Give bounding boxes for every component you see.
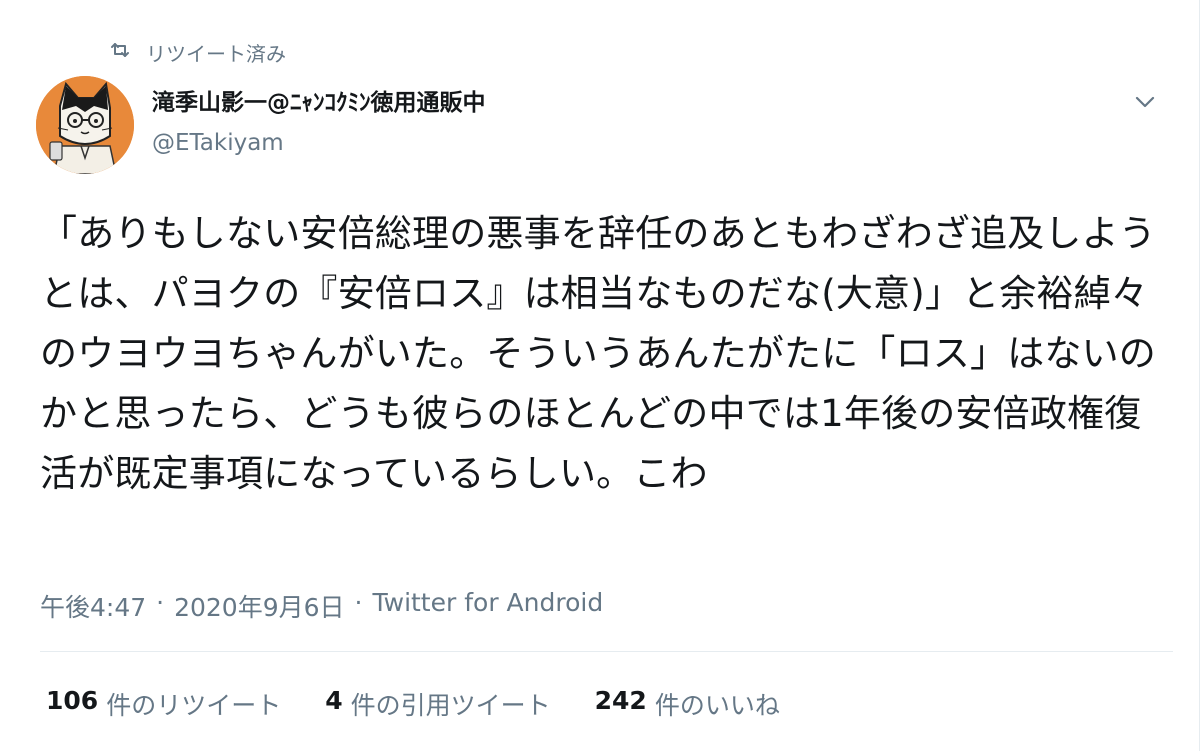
retweet-count-label: 件のリツイート [106, 691, 282, 720]
quote-count: 4 [325, 686, 343, 715]
tweet-date[interactable]: 2020年9月6日 [174, 588, 344, 624]
like-count-label: 件のいいね [654, 691, 780, 720]
retweeted-label: リツイート済み [146, 42, 286, 66]
retweet-icon [108, 38, 132, 67]
author-handle[interactable]: @ETakiyam [152, 128, 486, 158]
tweet-menu-button[interactable] [1131, 88, 1159, 116]
quote-count-label: 件の引用ツイート [350, 691, 551, 720]
tweet-text: 「ありもしない安倍総理の悪事を辞任のあともわざわざ追及しようとは、パヨクの『安倍… [40, 212, 1156, 495]
author-info: 滝季山影一@ﾆｬﾝｺｸﾐﾝ徳用通販中 @ETakiyam [152, 88, 486, 158]
meta-separator: · [354, 588, 363, 617]
quote-count-link[interactable]: 4 件の引用ツイート [325, 686, 550, 722]
like-count: 242 [594, 686, 647, 715]
tweet-source-link[interactable]: Twitter for Android [372, 588, 603, 624]
retweet-count: 106 [46, 686, 99, 715]
retweeted-indicator: リツイート済み [108, 38, 286, 67]
retweet-count-link[interactable]: 106 件のリツイート [46, 686, 281, 722]
tweet-metadata: 午後4:47 · 2020年9月6日 · Twitter for Android [40, 588, 603, 624]
cat-avatar-icon [36, 76, 134, 174]
author-name[interactable]: 滝季山影一@ﾆｬﾝｺｸﾐﾝ徳用通販中 [152, 88, 486, 118]
chevron-down-icon [1135, 96, 1155, 108]
divider [40, 651, 1173, 652]
avatar[interactable] [36, 76, 134, 174]
like-count-link[interactable]: 242 件のいいね [595, 686, 780, 722]
meta-separator: · [156, 588, 165, 617]
tweet-stats: 106 件のリツイート 4 件の引用ツイート 242 件のいいね [46, 686, 780, 722]
tweet-time[interactable]: 午後4:47 [40, 588, 146, 624]
tweet-card: リツイート済み 滝季山影一@ﾆｬﾝｺｸﾐﾝ徳用通販中 @ETakiyam 「あり… [0, 0, 1200, 751]
